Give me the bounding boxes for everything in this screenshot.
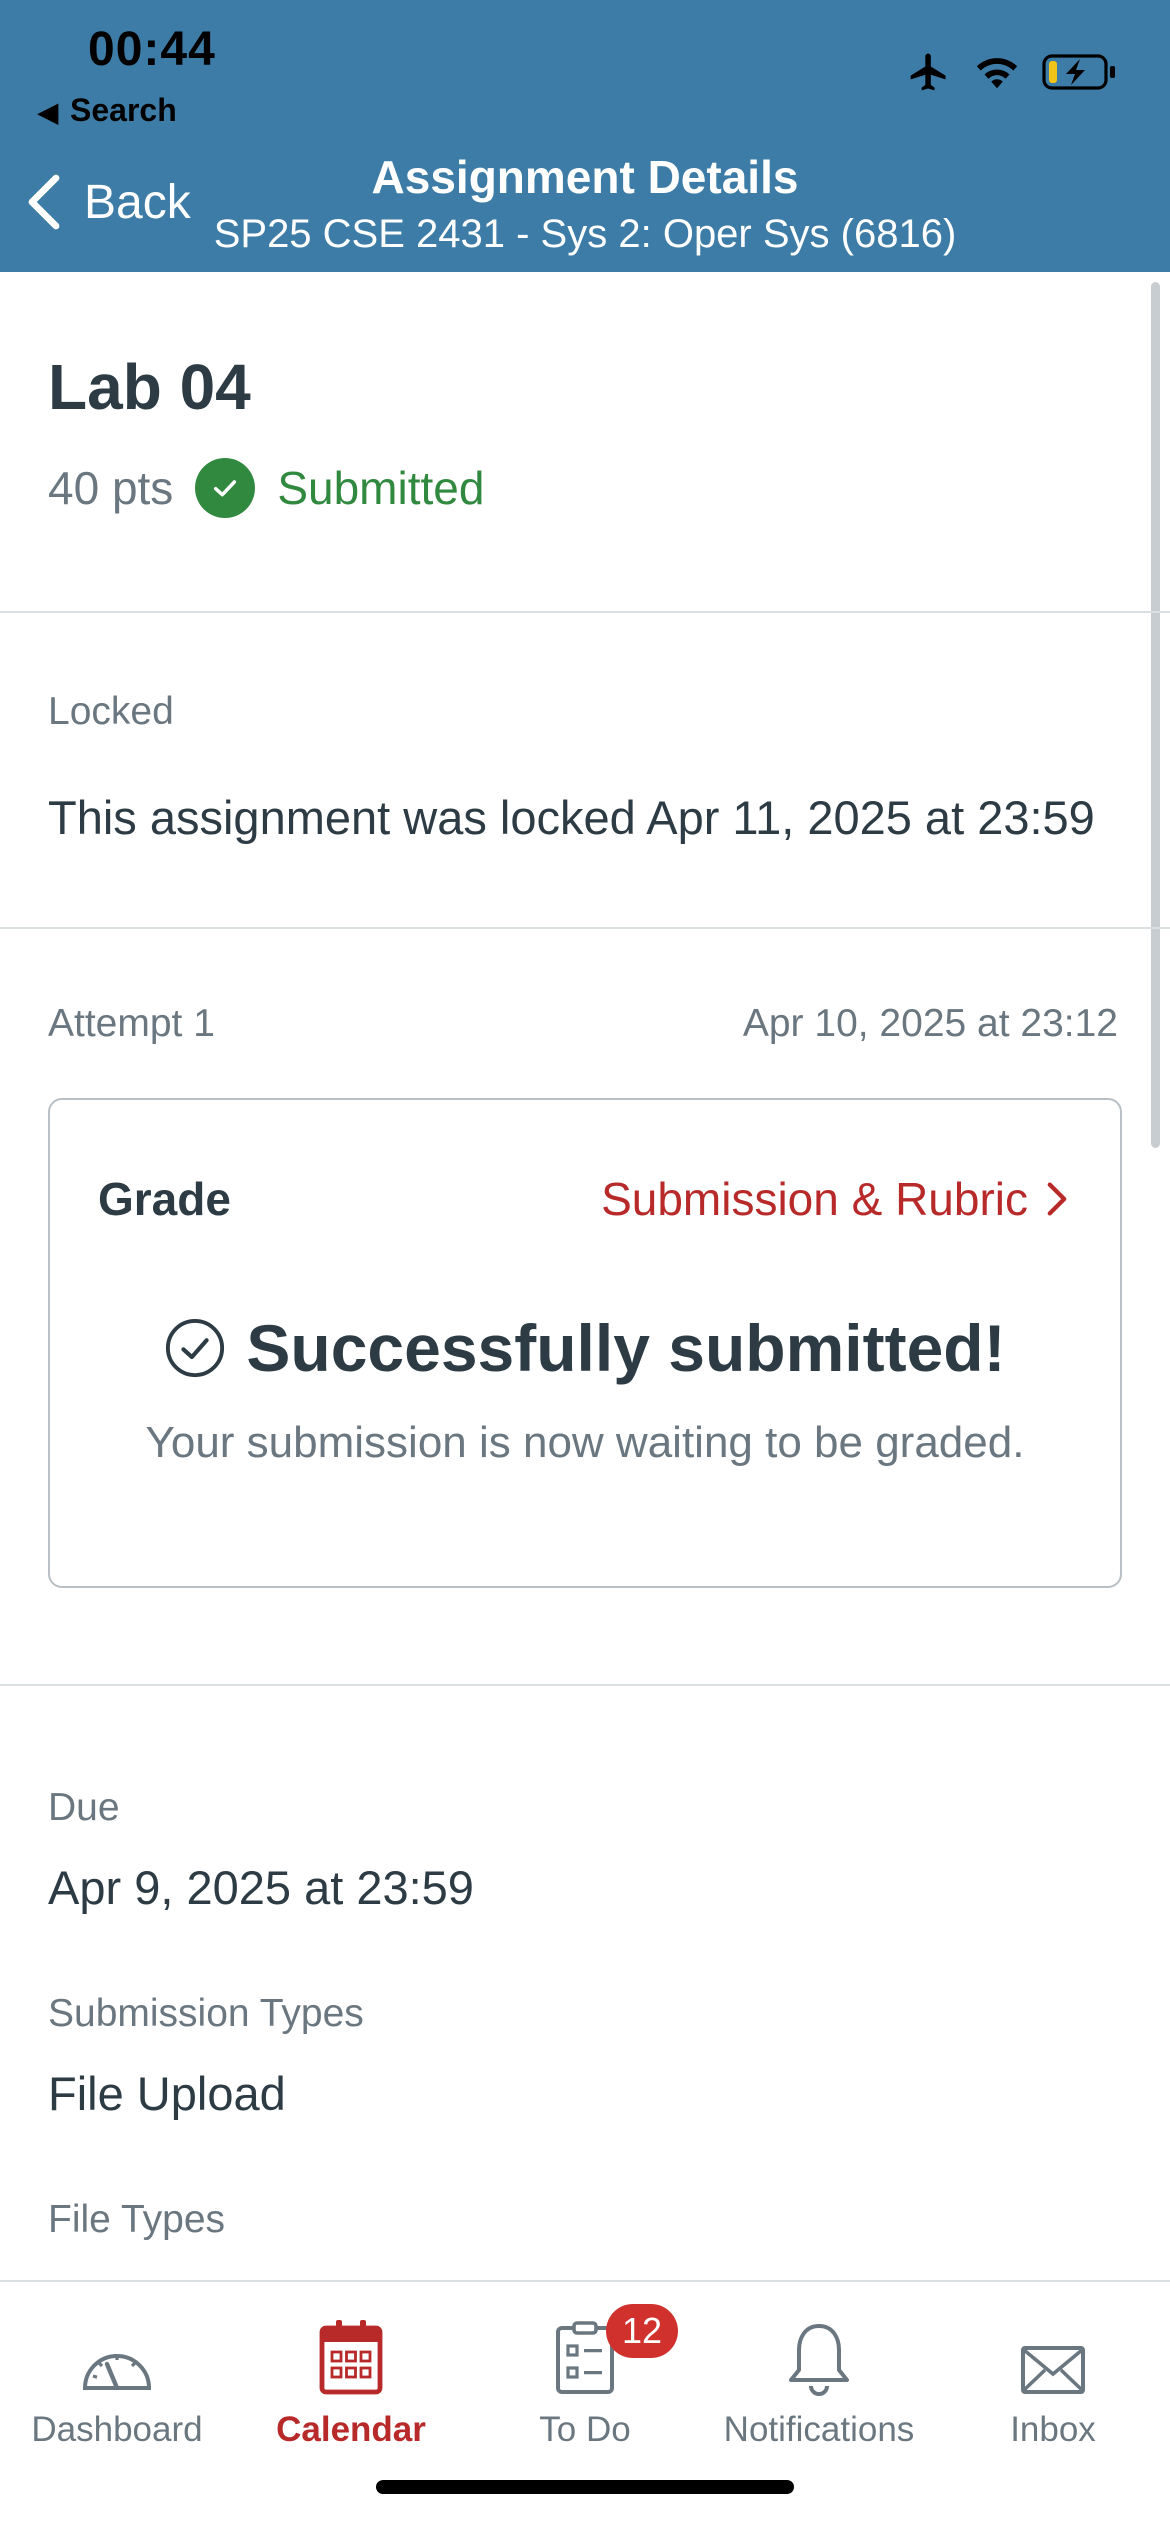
- todo-count-badge: 12: [606, 2304, 678, 2358]
- submission-types-value: File Upload: [48, 2067, 286, 2120]
- tab-label: Dashboard: [31, 2410, 203, 2449]
- status-back-label: Search: [70, 92, 177, 128]
- success-row: Successfully submitted!: [50, 1310, 1120, 1386]
- chevron-right-icon: [1047, 1182, 1067, 1216]
- tab-bar: Dashboard Calendar To Do 12 Notification…: [0, 2280, 1170, 2532]
- tab-calendar[interactable]: Calendar: [234, 2296, 468, 2450]
- page-title: Assignment Details: [371, 151, 799, 203]
- home-indicator[interactable]: [376, 2480, 794, 2494]
- status-icons: [906, 50, 1118, 94]
- submission-rubric-label: Submission & Rubric: [601, 1173, 1028, 1225]
- attempt-date: Apr 10, 2025 at 23:12: [742, 1002, 1118, 1045]
- wifi-icon: [976, 58, 1018, 89]
- file-types-label: File Types: [48, 2198, 226, 2241]
- battery-charging-icon: [1042, 54, 1115, 90]
- submission-types-label: Submission Types: [48, 1992, 364, 2035]
- header: 00:44 ◀ Search Back Assignment Details SP…: [0, 0, 1170, 272]
- divider: [0, 611, 1170, 613]
- status-back-to-app[interactable]: ◀ Search: [38, 92, 177, 129]
- attempt-label[interactable]: Attempt 1: [48, 1002, 215, 1046]
- tab-dashboard[interactable]: Dashboard: [0, 2296, 234, 2450]
- grade-label: Grade: [98, 1173, 231, 1225]
- calendar-icon: [319, 2320, 383, 2395]
- assignment-meta: 40 pts Submitted: [48, 458, 484, 518]
- assignment-header: Lab 04 40 pts Submitted: [48, 350, 484, 518]
- back-triangle-icon: ◀: [38, 97, 58, 127]
- divider: [0, 927, 1170, 929]
- locked-label: Locked: [48, 690, 174, 733]
- envelope-icon: [1021, 2346, 1085, 2394]
- divider: [0, 1684, 1170, 1686]
- bell-icon: [789, 2324, 849, 2396]
- due-value: Apr 9, 2025 at 23:59: [48, 1861, 474, 1914]
- due-label: Due: [48, 1786, 120, 1829]
- success-subtitle: Your submission is now waiting to be gra…: [145, 1418, 1025, 1467]
- tab-label: To Do: [539, 2410, 631, 2449]
- assignment-title: Lab 04: [48, 351, 251, 423]
- submission-rubric-link[interactable]: Submission & Rubric: [601, 1172, 1068, 1226]
- tab-notifications[interactable]: Notifications: [702, 2296, 936, 2450]
- tab-label: Inbox: [1010, 2410, 1096, 2449]
- submission-status: Submitted: [277, 462, 485, 514]
- tab-todo[interactable]: To Do 12: [468, 2296, 702, 2450]
- submitted-check-icon: [195, 458, 256, 518]
- scroll-indicator[interactable]: [1151, 282, 1160, 1148]
- check-circle-icon: [166, 1318, 225, 1378]
- locked-message: This assignment was locked Apr 11, 2025 …: [48, 791, 1095, 844]
- tab-label: Notifications: [723, 2410, 915, 2449]
- dashboard-icon: [82, 2354, 152, 2391]
- airplane-icon: [910, 53, 946, 91]
- points-label: 40 pts: [48, 462, 174, 514]
- status-time: 00:44: [88, 23, 216, 76]
- course-subtitle: SP25 CSE 2431 - Sys 2: Oper Sys (6816): [213, 212, 957, 256]
- tab-inbox[interactable]: Inbox: [936, 2296, 1170, 2450]
- grade-card: Grade Submission & Rubric Successfully s…: [48, 1098, 1122, 1588]
- tab-label: Calendar: [276, 2410, 426, 2449]
- success-title: Successfully submitted!: [246, 1311, 1006, 1385]
